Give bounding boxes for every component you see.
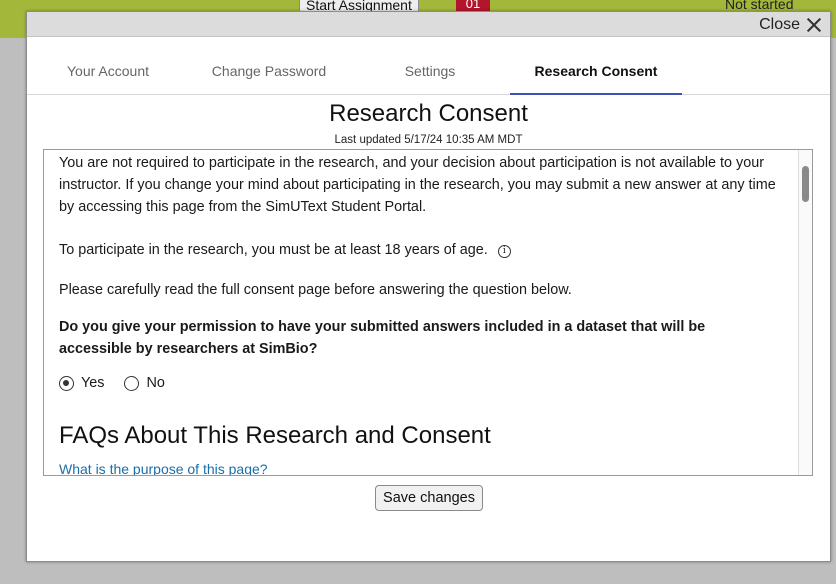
consent-scroll-area[interactable]: You are not required to participate in t… bbox=[43, 149, 813, 476]
close-button[interactable]: Close bbox=[759, 14, 822, 35]
consent-options: Yes No bbox=[59, 375, 185, 391]
last-updated-text: Last updated 5/17/24 10:35 AM MDT bbox=[334, 134, 523, 146]
faq-link-purpose[interactable]: What is the purpose of this page? bbox=[59, 461, 268, 475]
dialog-titlebar: Close bbox=[27, 12, 830, 37]
scrollbar[interactable] bbox=[798, 150, 812, 475]
radio-yes-label[interactable]: Yes bbox=[81, 375, 104, 391]
tab-your-account[interactable]: Your Account bbox=[45, 37, 171, 95]
consent-paragraph-1: You are not required to participate in t… bbox=[59, 155, 776, 215]
save-changes-button[interactable]: Save changes bbox=[375, 485, 483, 511]
tab-research-consent[interactable]: Research Consent bbox=[510, 37, 682, 95]
consent-question: Do you give your permission to have your… bbox=[59, 319, 706, 357]
consent-paragraph-2: To participate in the research, you must… bbox=[59, 242, 488, 258]
scrollbar-thumb[interactable] bbox=[802, 166, 809, 202]
faq-heading: FAQs About This Research and Consent bbox=[59, 422, 491, 449]
assignment-badge: 01 bbox=[456, 0, 490, 11]
radio-no-label[interactable]: No bbox=[146, 375, 164, 391]
consent-paragraph-2-row: To participate in the research, you must… bbox=[59, 239, 779, 261]
account-dialog: Close Your Account Change Password Setti… bbox=[26, 11, 831, 562]
tab-settings[interactable]: Settings bbox=[371, 37, 489, 95]
radio-no[interactable] bbox=[124, 375, 140, 391]
radio-yes[interactable] bbox=[59, 375, 74, 391]
page-title: Research Consent bbox=[329, 100, 528, 127]
close-label: Close bbox=[759, 15, 800, 33]
info-icon[interactable]: i bbox=[497, 245, 511, 258]
close-icon[interactable] bbox=[806, 17, 822, 33]
consent-paragraph-3: Please carefully read the full consent p… bbox=[59, 282, 572, 298]
tab-change-password[interactable]: Change Password bbox=[199, 37, 339, 95]
tab-bar: Your Account Change Password Settings Re… bbox=[27, 37, 830, 95]
